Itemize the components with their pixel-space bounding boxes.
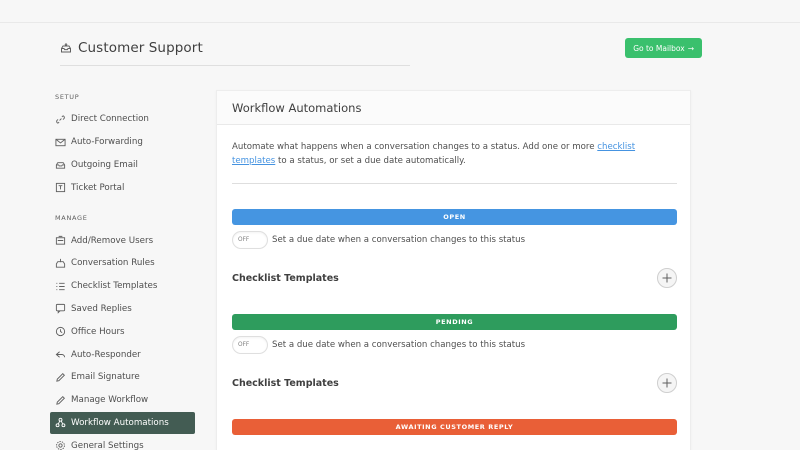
checklist-templates-heading: Checklist Templates <box>232 272 339 284</box>
forward-mail-icon <box>55 138 66 146</box>
sidebar-item-label: Workflow Automations <box>71 417 169 428</box>
sidebar-item-label: Conversation Rules <box>71 258 155 269</box>
page-title-group: Customer Support <box>60 40 203 56</box>
sidebar-item-label: Auto-Forwarding <box>71 137 143 148</box>
rules-icon <box>55 258 66 268</box>
checklist-row-pending: Checklist Templates <box>232 373 677 393</box>
sidebar-item-label: General Settings <box>71 440 144 450</box>
sidebar-item-label: Direct Connection <box>71 114 149 125</box>
status-bar-open: OPEN <box>232 209 677 225</box>
arrow-right-icon: → <box>687 43 694 53</box>
go-to-mailbox-button[interactable]: Go to Mailbox → <box>625 38 702 58</box>
header-divider <box>60 65 410 66</box>
checklist-row-open: Checklist Templates <box>232 268 677 288</box>
sidebar-item-label: Auto-Responder <box>71 349 141 360</box>
sidebar-item-label: Add/Remove Users <box>71 235 154 246</box>
users-icon <box>55 235 66 245</box>
sidebar-item-checklist-templates[interactable]: Checklist Templates <box>50 275 195 298</box>
saved-replies-icon <box>55 304 66 315</box>
sidebar-item-ticket-portal[interactable]: Ticket Portal <box>50 176 195 199</box>
sidebar-item-manage-workflow[interactable]: Manage Workflow <box>50 389 195 412</box>
due-date-label: Set a due date when a conversation chang… <box>272 340 526 350</box>
panel-header: Workflow Automations <box>217 91 690 125</box>
sidebar-item-label: Email Signature <box>71 372 140 383</box>
portal-icon <box>55 183 66 193</box>
due-date-row-pending: OFF Set a due date when a conversation c… <box>232 336 675 354</box>
sidebar-item-email-signature[interactable]: Email Signature <box>50 366 195 389</box>
due-date-label: Set a due date when a conversation chang… <box>272 235 526 245</box>
sidebar-section-setup: SETUP <box>55 93 80 101</box>
inbox-icon <box>61 43 71 53</box>
sidebar-section-manage: MANAGE <box>55 214 88 223</box>
intro-text-end: to a status, or set a due date automatic… <box>275 156 466 166</box>
plus-icon <box>662 273 672 283</box>
reply-icon <box>55 351 66 358</box>
sidebar-item-label: Manage Workflow <box>71 395 149 406</box>
sidebar-item-outgoing-email[interactable]: Outgoing Email <box>50 154 195 177</box>
settings-sidebar: SETUP Direct Connection Auto-Forwarding … <box>50 90 195 450</box>
go-to-mailbox-label: Go to Mailbox <box>633 43 685 53</box>
sidebar-item-conversation-rules[interactable]: Conversation Rules <box>50 252 195 275</box>
add-checklist-button-pending[interactable] <box>657 373 677 393</box>
intro-text-start: Automate what happens when a conversatio… <box>232 142 598 152</box>
sidebar-item-workflow-automations[interactable]: Workflow Automations <box>50 411 195 435</box>
workflow-automations-panel: Workflow Automations Automate what happe… <box>216 90 691 450</box>
sidebar-item-general-settings[interactable]: General Settings <box>50 434 195 450</box>
sidebar-item-label: Checklist Templates <box>71 281 158 292</box>
clock-icon <box>55 327 66 337</box>
checklist-templates-heading: Checklist Templates <box>232 377 339 389</box>
sidebar-item-auto-responder[interactable]: Auto-Responder <box>50 343 195 366</box>
sidebar-item-label: Office Hours <box>71 326 125 337</box>
status-bar-awaiting-customer-reply: AWAITING CUSTOMER REPLY <box>232 419 677 435</box>
add-checklist-button-open[interactable] <box>657 268 677 288</box>
workflow-icon <box>56 395 65 405</box>
sidebar-item-auto-forwarding[interactable]: Auto-Forwarding <box>50 131 195 154</box>
outbox-icon <box>55 162 66 170</box>
due-date-toggle-pending[interactable]: OFF <box>232 336 268 354</box>
top-divider <box>0 22 800 23</box>
sidebar-item-add-remove-users[interactable]: Add/Remove Users <box>50 229 195 252</box>
panel-body: Automate what happens when a conversatio… <box>217 140 690 435</box>
page-title: Customer Support <box>78 40 203 56</box>
due-date-row-open: OFF Set a due date when a conversation c… <box>232 231 675 249</box>
sidebar-item-saved-replies[interactable]: Saved Replies <box>50 298 195 321</box>
plus-icon <box>662 378 672 388</box>
link-icon <box>56 115 65 124</box>
gear-icon <box>56 441 65 450</box>
due-date-toggle-open[interactable]: OFF <box>232 231 268 249</box>
sidebar-item-label: Saved Replies <box>71 303 132 314</box>
panel-intro: Automate what happens when a conversatio… <box>232 140 662 168</box>
sidebar-item-label: Ticket Portal <box>71 182 125 193</box>
panel-title: Workflow Automations <box>232 100 362 115</box>
sidebar-item-direct-connection[interactable]: Direct Connection <box>50 108 195 131</box>
status-bar-pending: PENDING <box>232 314 677 330</box>
checklist-icon <box>56 282 65 290</box>
pen-icon <box>56 372 65 382</box>
sidebar-item-label: Outgoing Email <box>71 159 138 170</box>
automation-icon <box>55 418 66 428</box>
page-header: Customer Support Go to Mailbox → <box>60 38 702 66</box>
sidebar-item-office-hours[interactable]: Office Hours <box>50 320 195 343</box>
